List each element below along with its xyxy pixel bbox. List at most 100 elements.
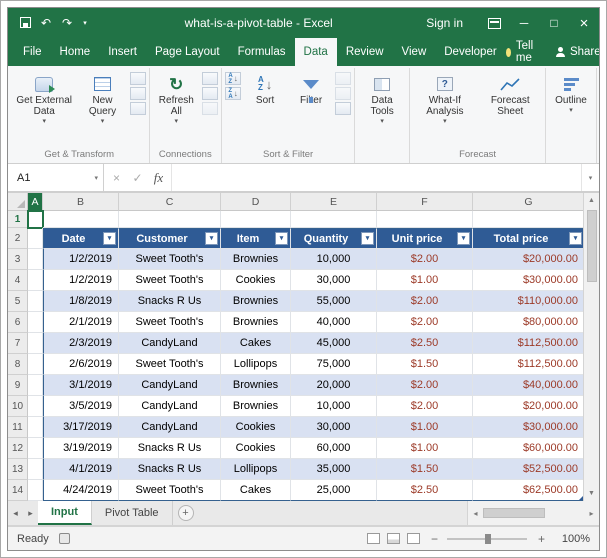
cell-D6[interactable]: Brownies [221,312,291,333]
cell-G3[interactable]: $20,000.00 [473,249,585,270]
column-header-C[interactable]: C [119,193,221,211]
header-cell-D[interactable]: Item ▾ [221,228,291,249]
qat-customize-button[interactable]: ▾ [79,19,91,27]
column-header-G[interactable]: G [473,193,585,211]
select-all-corner[interactable] [8,193,28,211]
cell-D13[interactable]: Lollipops [221,459,291,480]
cell-F14[interactable]: $2.50 [377,480,473,501]
cell-G4[interactable]: $30,000.00 [473,270,585,291]
tab-insert[interactable]: Insert [99,38,146,66]
refresh-all-button[interactable]: ↻ Refresh All ▾ [152,68,202,148]
formula-bar-expand-button[interactable]: ▾ [581,164,599,191]
sign-in-button[interactable]: Sign in [426,16,463,30]
row-header-6[interactable]: 6 [8,312,28,333]
cell-G8[interactable]: $112,500.00 [473,354,585,375]
zoom-out-button[interactable]: − [431,532,438,546]
cell-F10[interactable]: $2.00 [377,396,473,417]
cell-G1[interactable] [473,211,585,228]
cell-B8[interactable]: 2/6/2019 [43,354,119,375]
cell-F1[interactable] [377,211,473,228]
sheet-nav-right-button[interactable]: ▸ [23,501,38,525]
sort-descending-button[interactable]: Z A ↓ [225,87,242,100]
row-header-7[interactable]: 7 [8,333,28,354]
cell-G14[interactable]: $62,500.00 [473,480,585,501]
cell-A5[interactable] [28,291,43,312]
cell-F7[interactable]: $2.50 [377,333,473,354]
page-layout-view-button[interactable] [386,533,400,544]
get-external-data-button[interactable]: Get External Data ▾ [12,68,76,148]
cell-G13[interactable]: $52,500.00 [473,459,585,480]
normal-view-button[interactable] [366,533,380,544]
forecast-sheet-button[interactable]: Forecast Sheet [478,68,543,148]
header-cell-G[interactable]: Total price ▾ [473,228,585,249]
cell-E14[interactable]: 25,000 [291,480,377,501]
cell-E12[interactable]: 60,000 [291,438,377,459]
cell-E3[interactable]: 10,000 [291,249,377,270]
cell-G10[interactable]: $20,000.00 [473,396,585,417]
show-queries-button[interactable] [129,72,146,85]
cell-F5[interactable]: $2.00 [377,291,473,312]
cell-G5[interactable]: $110,000.00 [473,291,585,312]
horizontal-scrollbar[interactable]: ◂ ▸ [467,501,599,525]
row-header-11[interactable]: 11 [8,417,28,438]
cell-B9[interactable]: 3/1/2019 [43,375,119,396]
cell-G7[interactable]: $112,500.00 [473,333,585,354]
sheet-tab-pivot-table[interactable]: Pivot Table [92,501,173,525]
column-header-B[interactable]: B [43,193,119,211]
recent-sources-button[interactable] [129,102,146,115]
cell-A8[interactable] [28,354,43,375]
vertical-scrollbar[interactable]: ▲ ▼ [583,193,599,501]
cell-D12[interactable]: Cookies [221,438,291,459]
scroll-down-button[interactable]: ▼ [584,486,599,501]
cell-A2[interactable] [28,228,43,249]
filter-button[interactable]: ▾ [361,232,374,245]
cell-F13[interactable]: $1.50 [377,459,473,480]
cell-B11[interactable]: 3/17/2019 [43,417,119,438]
cell-A1[interactable] [27,210,44,229]
sheet-tab-input[interactable]: Input [38,501,92,525]
filter-button[interactable]: ▾ [457,232,470,245]
zoom-level[interactable]: 100% [556,533,590,545]
cell-B12[interactable]: 3/19/2019 [43,438,119,459]
cell-D1[interactable] [221,211,291,228]
cell-G11[interactable]: $30,000.00 [473,417,585,438]
filter-ribbon-button[interactable]: Filter [288,68,334,148]
cell-B14[interactable]: 4/24/2019 [43,480,119,501]
properties-button[interactable] [202,87,219,100]
enter-button[interactable]: ✓ [127,171,148,185]
cell-C7[interactable]: CandyLand [119,333,221,354]
column-header-A[interactable]: A [28,193,43,211]
from-table-button[interactable] [129,87,146,100]
cell-E6[interactable]: 40,000 [291,312,377,333]
zoom-slider-thumb[interactable] [484,533,491,544]
cell-A11[interactable] [28,417,43,438]
advanced-filter-button[interactable] [335,102,352,115]
cell-D11[interactable]: Cookies [221,417,291,438]
formula-input[interactable] [172,164,581,191]
cell-C9[interactable]: CandyLand [119,375,221,396]
cell-A4[interactable] [28,270,43,291]
save-button[interactable] [16,15,34,31]
header-cell-C[interactable]: Customer ▾ [119,228,221,249]
scroll-left-button[interactable]: ◂ [468,509,483,518]
cell-D10[interactable]: Brownies [221,396,291,417]
cell-C8[interactable]: Sweet Tooth's [119,354,221,375]
cell-B5[interactable]: 1/8/2019 [43,291,119,312]
redo-button[interactable]: ↷ [58,16,76,30]
cell-D8[interactable]: Lollipops [221,354,291,375]
cell-C10[interactable]: CandyLand [119,396,221,417]
zoom-in-button[interactable]: + [538,532,545,546]
clear-filter-button[interactable] [335,72,352,85]
cell-E9[interactable]: 20,000 [291,375,377,396]
cell-A3[interactable] [28,249,43,270]
tab-developer[interactable]: Developer [435,38,505,66]
cell-D14[interactable]: Cakes [221,480,291,501]
cell-A10[interactable] [28,396,43,417]
cell-F6[interactable]: $2.00 [377,312,473,333]
row-header-8[interactable]: 8 [8,354,28,375]
filter-button[interactable]: ▾ [103,232,116,245]
cell-B10[interactable]: 3/5/2019 [43,396,119,417]
what-if-analysis-button[interactable]: ? What-If Analysis ▾ [412,68,477,148]
tab-home[interactable]: Home [51,38,100,66]
ribbon-display-options-button[interactable] [479,8,509,38]
